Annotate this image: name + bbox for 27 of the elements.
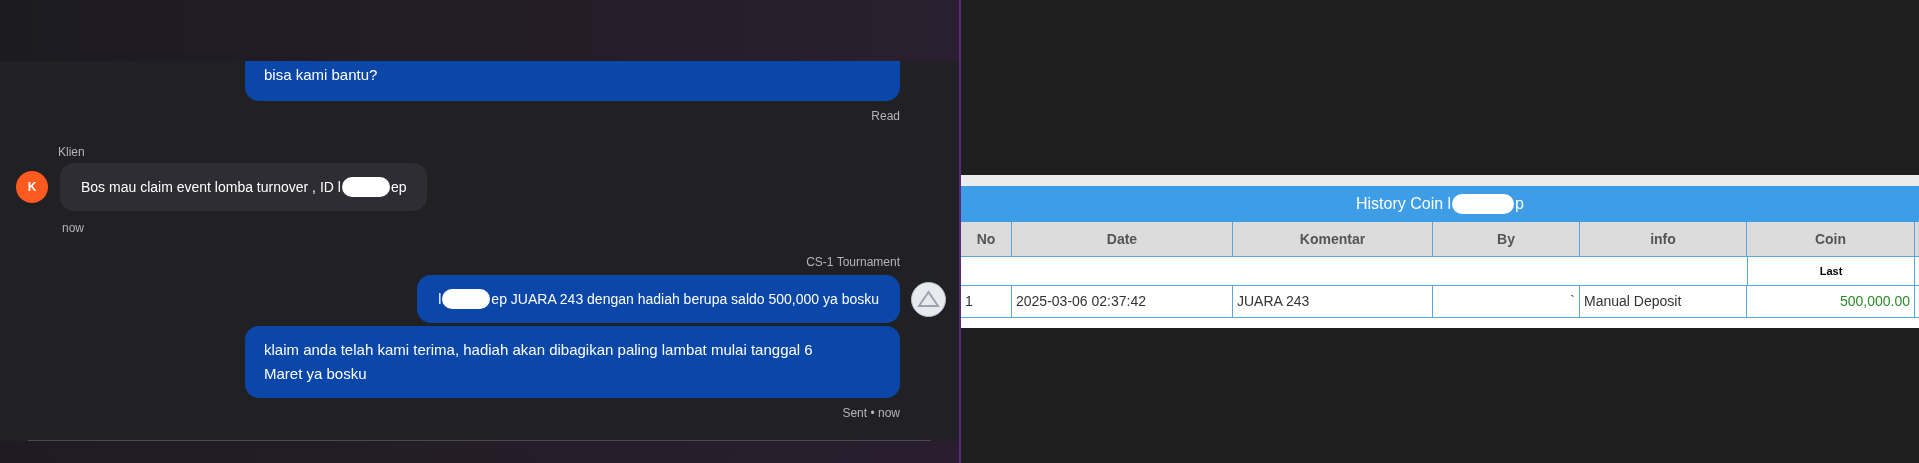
subheader-label: Last bbox=[1819, 263, 1843, 279]
column-header: info bbox=[1580, 222, 1747, 256]
message-status: Read bbox=[871, 108, 900, 125]
column-header: Komentar bbox=[1233, 222, 1433, 256]
table-cell: 500,000.00 bbox=[1747, 286, 1915, 317]
table-cell: 1 bbox=[961, 286, 1012, 317]
table-cell: JUARA 243 bbox=[1233, 286, 1433, 317]
avatar: K bbox=[16, 171, 48, 203]
message-text: l bbox=[438, 289, 442, 309]
message-text: klaim anda telah kami terima, hadiah akan dibagikan paling lambat mulai tanggal 6 Maret ya bosku bbox=[264, 340, 814, 384]
column-header: Coin bbox=[1747, 222, 1915, 256]
message-text: bisa kami bantu? bbox=[264, 65, 379, 85]
column-header: No bbox=[961, 222, 1012, 256]
table-title: History Coin l bbox=[1355, 194, 1452, 214]
table-cell: ` bbox=[1433, 286, 1580, 317]
message-status: Sent • now bbox=[842, 405, 900, 422]
table-cell: 2025-03-06 02:37:42 bbox=[1012, 286, 1233, 317]
table-title: p bbox=[1515, 194, 1524, 214]
message-text: ep JUARA 243 dengan hadiah berupa saldo 500,000 ya bosku bbox=[491, 289, 879, 309]
column-header: By bbox=[1433, 222, 1580, 256]
table-cell: Manual Deposit bbox=[1580, 286, 1747, 317]
message-time: now bbox=[62, 220, 85, 237]
column-header: Date bbox=[1012, 222, 1233, 256]
sender-name: CS-1 Tournament bbox=[806, 254, 900, 271]
message-text: ep bbox=[390, 177, 407, 197]
message-text: Bos mau claim event lomba turnover , ID l bbox=[81, 177, 341, 197]
sender-name: Klien bbox=[58, 144, 86, 161]
